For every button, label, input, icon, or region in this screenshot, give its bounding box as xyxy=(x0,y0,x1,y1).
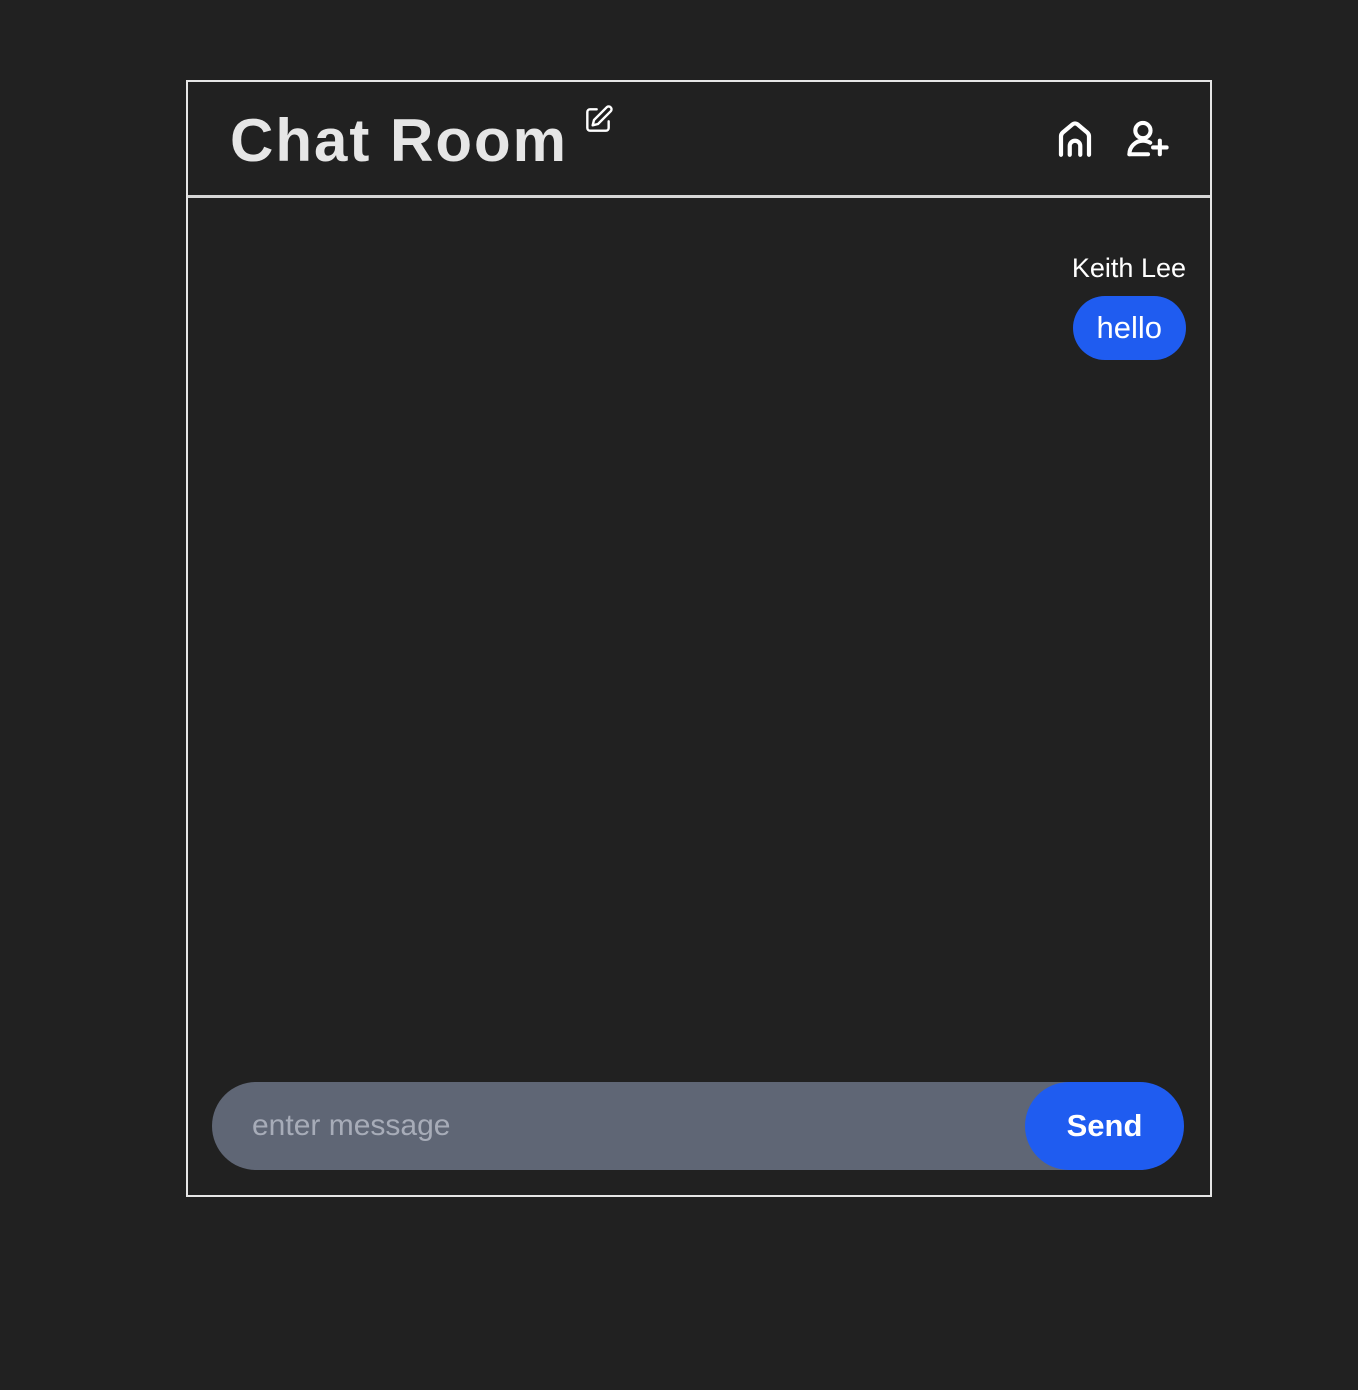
page-title: Chat Room xyxy=(230,107,568,174)
message-input[interactable] xyxy=(212,1082,1112,1170)
message-item: Keith Lee hello xyxy=(1072,248,1186,360)
message-composer: Send xyxy=(212,1082,1184,1170)
message-list: Keith Lee hello xyxy=(188,198,1210,1068)
home-icon[interactable] xyxy=(1054,118,1096,160)
user-plus-icon[interactable] xyxy=(1126,118,1170,160)
chat-header: Chat Room xyxy=(188,82,1210,198)
message-bubble: hello xyxy=(1072,296,1186,360)
message-sender: Keith Lee xyxy=(1071,253,1186,283)
edit-icon[interactable] xyxy=(582,104,614,136)
send-button[interactable]: Send xyxy=(1025,1082,1184,1170)
chat-window: Chat Room Keith Lee hello Send xyxy=(186,80,1212,1197)
